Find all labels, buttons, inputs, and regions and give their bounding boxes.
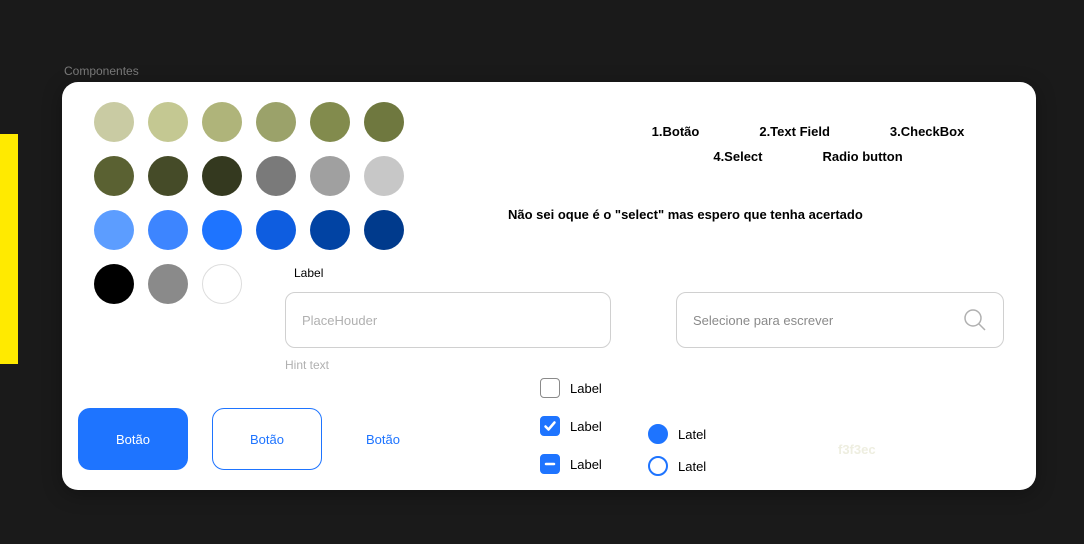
radio-row[interactable]: Latel xyxy=(648,456,706,476)
color-swatch[interactable] xyxy=(148,264,188,304)
color-swatch[interactable] xyxy=(202,102,242,142)
radio-group: Latel Latel xyxy=(648,424,706,476)
color-swatch[interactable] xyxy=(94,102,134,142)
checkbox-row[interactable]: Label xyxy=(540,454,602,474)
checkbox-indeterminate-icon xyxy=(540,454,560,474)
radio-row[interactable]: Latel xyxy=(648,424,706,444)
color-swatch[interactable] xyxy=(310,210,350,250)
secondary-button[interactable]: Botão xyxy=(212,408,322,470)
search-field[interactable] xyxy=(676,292,1004,348)
color-swatch[interactable] xyxy=(202,264,242,304)
search-icon xyxy=(961,306,989,334)
accent-strip xyxy=(0,134,18,364)
list-item: 3.CheckBox xyxy=(890,124,964,139)
color-swatch[interactable] xyxy=(364,210,404,250)
color-swatch[interactable] xyxy=(256,210,296,250)
hint-text: Hint text xyxy=(285,358,611,372)
text-button[interactable]: Botão xyxy=(346,432,420,447)
list-item: 2.Text Field xyxy=(759,124,830,139)
checkbox-row[interactable]: Label xyxy=(540,416,602,436)
color-swatch[interactable] xyxy=(202,156,242,196)
checkbox-row[interactable]: Label xyxy=(540,378,602,398)
color-swatch[interactable] xyxy=(310,102,350,142)
textfield-component: Hint text xyxy=(285,292,611,372)
checkbox-label: Label xyxy=(570,457,602,472)
primary-button[interactable]: Botão xyxy=(78,408,188,470)
component-list: 1.Botão 2.Text Field 3.CheckBox 4.Select… xyxy=(618,124,998,164)
radio-label: Latel xyxy=(678,459,706,474)
buttons-row: Botão Botão Botão xyxy=(78,408,420,470)
color-swatch[interactable] xyxy=(94,210,134,250)
checkbox-unchecked-icon xyxy=(540,378,560,398)
radio-label: Latel xyxy=(678,427,706,442)
page-title: Componentes xyxy=(64,64,139,78)
color-swatch[interactable] xyxy=(202,210,242,250)
list-item: Radio button xyxy=(823,149,903,164)
checkbox-label: Label xyxy=(570,381,602,396)
list-item: 4.Select xyxy=(713,149,762,164)
checkbox-group: Label Label Label xyxy=(540,378,602,474)
color-swatch[interactable] xyxy=(364,156,404,196)
color-swatch[interactable] xyxy=(94,264,134,304)
color-swatch[interactable] xyxy=(148,210,188,250)
color-swatch[interactable] xyxy=(148,156,188,196)
color-swatch[interactable] xyxy=(256,156,296,196)
color-swatch[interactable] xyxy=(256,102,296,142)
list-item: 1.Botão xyxy=(652,124,700,139)
color-swatch[interactable] xyxy=(148,102,188,142)
radio-selected-icon xyxy=(648,424,668,444)
color-swatch[interactable] xyxy=(364,102,404,142)
ghost-hex-label: f3f3ec xyxy=(838,442,876,457)
color-swatch[interactable] xyxy=(310,156,350,196)
search-input[interactable] xyxy=(693,313,961,328)
radio-unselected-icon xyxy=(648,456,668,476)
color-swatch[interactable] xyxy=(94,156,134,196)
swatch-label: Label xyxy=(294,266,323,280)
checkbox-checked-icon xyxy=(540,416,560,436)
color-palette xyxy=(94,102,404,304)
text-input[interactable] xyxy=(285,292,611,348)
author-note: Não sei oque é o "select" mas espero que… xyxy=(508,206,868,224)
checkbox-label: Label xyxy=(570,419,602,434)
design-canvas: Label 1.Botão 2.Text Field 3.CheckBox 4.… xyxy=(62,82,1036,490)
